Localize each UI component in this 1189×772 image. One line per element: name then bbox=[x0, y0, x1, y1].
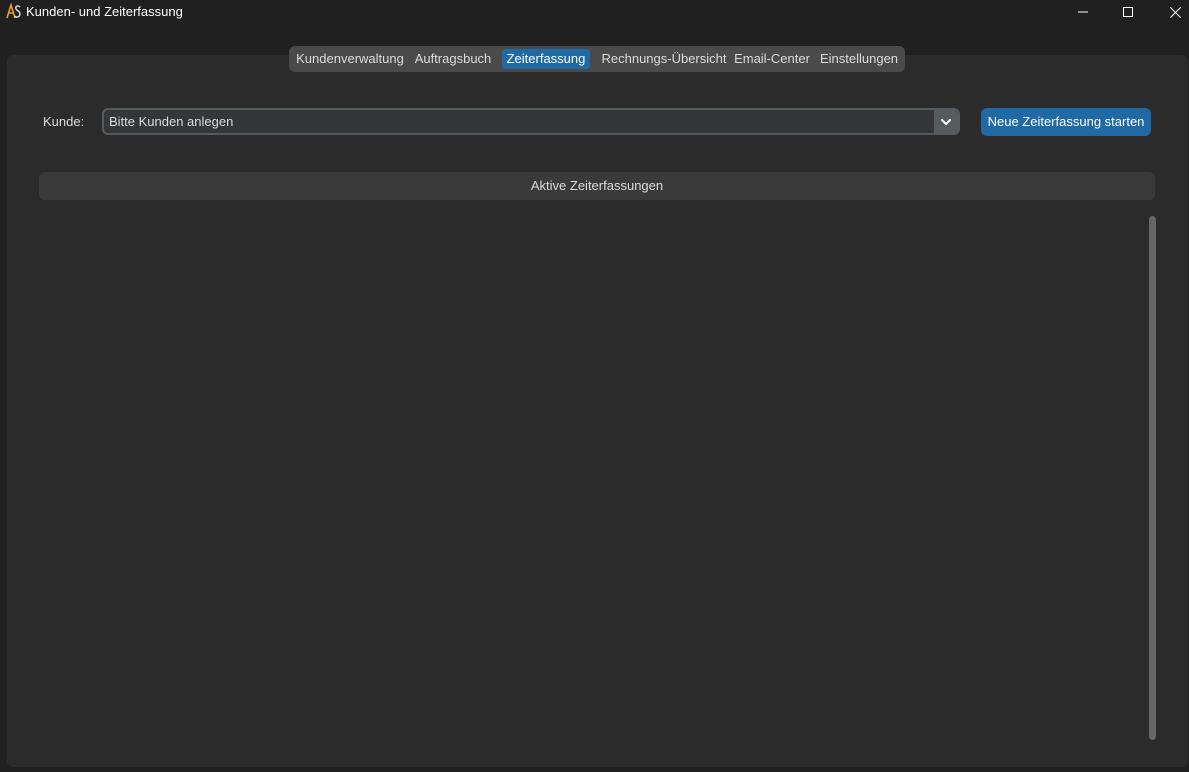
tab-rechnungs-uebersicht[interactable]: Rechnungs-Übersicht bbox=[595, 49, 733, 69]
title-bar: Kunden- und Zeiterfassung bbox=[0, 0, 1189, 24]
maximize-icon bbox=[1123, 7, 1133, 17]
chevron-down-icon bbox=[941, 118, 951, 125]
tab-auftragsbuch[interactable]: Auftragsbuch bbox=[410, 49, 496, 69]
customer-label: Kunde: bbox=[43, 114, 85, 129]
list-scrollbar-thumb[interactable] bbox=[1149, 216, 1156, 740]
active-time-tracking-list bbox=[39, 208, 1147, 744]
window-title: Kunden- und Zeiterfassung bbox=[26, 4, 183, 19]
tab-kundenverwaltung[interactable]: Kundenverwaltung bbox=[292, 49, 408, 69]
customer-combobox[interactable]: Bitte Kunden anlegen bbox=[102, 108, 960, 135]
customer-dropdown-button[interactable] bbox=[934, 110, 958, 133]
start-time-tracking-button[interactable]: Neue Zeiterfassung starten bbox=[981, 108, 1151, 136]
app-logo-icon bbox=[6, 3, 21, 19]
tab-einstellungen[interactable]: Einstellungen bbox=[817, 49, 901, 69]
tab-bar: Kundenverwaltung Auftragsbuch Zeiterfass… bbox=[289, 46, 905, 72]
minimize-button[interactable] bbox=[1060, 0, 1106, 24]
close-button[interactable] bbox=[1152, 0, 1189, 24]
active-time-tracking-header: Aktive Zeiterfassungen bbox=[39, 172, 1155, 200]
list-scrollbar[interactable] bbox=[1148, 214, 1158, 742]
minimize-icon bbox=[1078, 11, 1088, 13]
close-icon bbox=[1169, 6, 1181, 18]
customer-combobox-value: Bitte Kunden anlegen bbox=[109, 114, 234, 129]
tab-zeiterfassung[interactable]: Zeiterfassung bbox=[502, 49, 590, 69]
tab-email-center[interactable]: Email-Center bbox=[732, 49, 812, 69]
maximize-button[interactable] bbox=[1105, 0, 1151, 24]
